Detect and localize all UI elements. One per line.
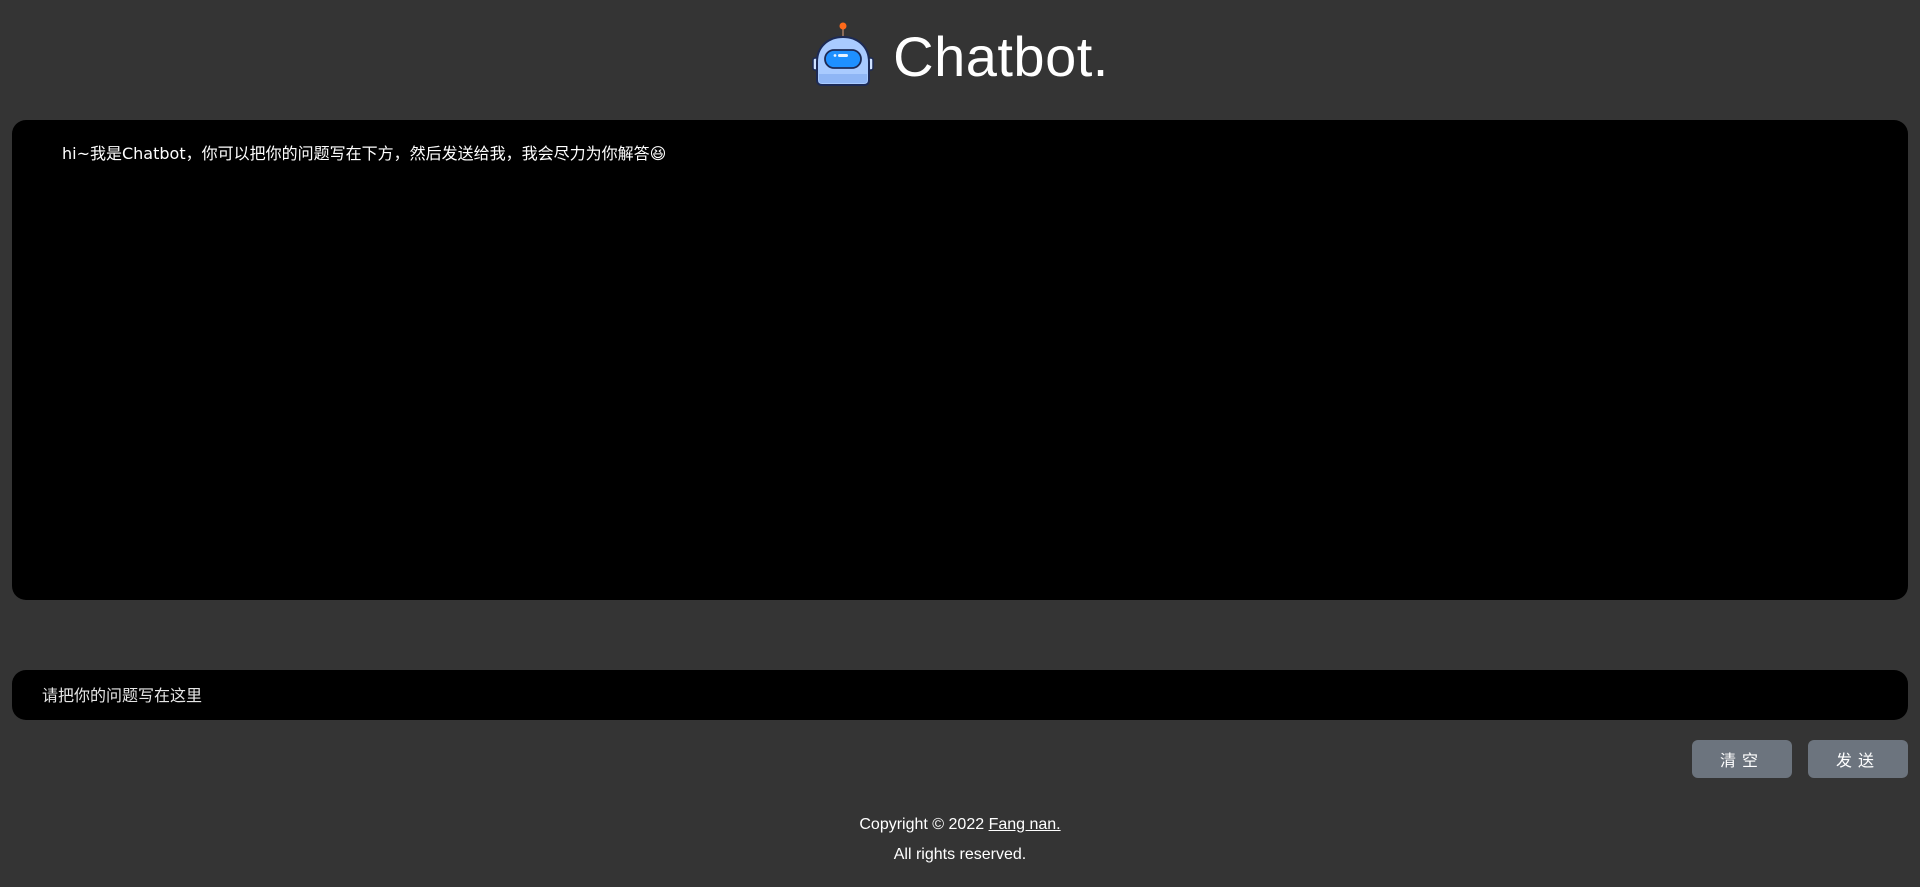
robot-head-icon [812, 22, 874, 86]
copyright-line: Copyright © 2022 Fang nan. [0, 810, 1920, 840]
clear-button[interactable]: 清空 [1692, 740, 1792, 778]
chat-window[interactable]: hi~我是Chatbot，你可以把你的问题写在下方，然后发送给我，我会尽力为你解… [12, 120, 1908, 600]
chatbot-page: Chatbot. hi~我是Chatbot，你可以把你的问题写在下方，然后发送给… [0, 0, 1920, 887]
send-button[interactable]: 发送 [1808, 740, 1908, 778]
author-link[interactable]: Fang nan. [989, 816, 1061, 833]
input-bar [12, 670, 1908, 720]
question-input[interactable] [42, 675, 1878, 715]
copyright-text: Copyright © 2022 [859, 816, 989, 833]
action-buttons: 清空 发送 [1692, 740, 1908, 778]
app-header: Chatbot. [0, 10, 1920, 100]
bot-message: hi~我是Chatbot，你可以把你的问题写在下方，然后发送给我，我会尽力为你解… [62, 144, 667, 163]
footer: Copyright © 2022 Fang nan. All rights re… [0, 810, 1920, 870]
app-title: Chatbot. [893, 25, 1109, 88]
rights-text: All rights reserved. [893, 846, 1027, 863]
